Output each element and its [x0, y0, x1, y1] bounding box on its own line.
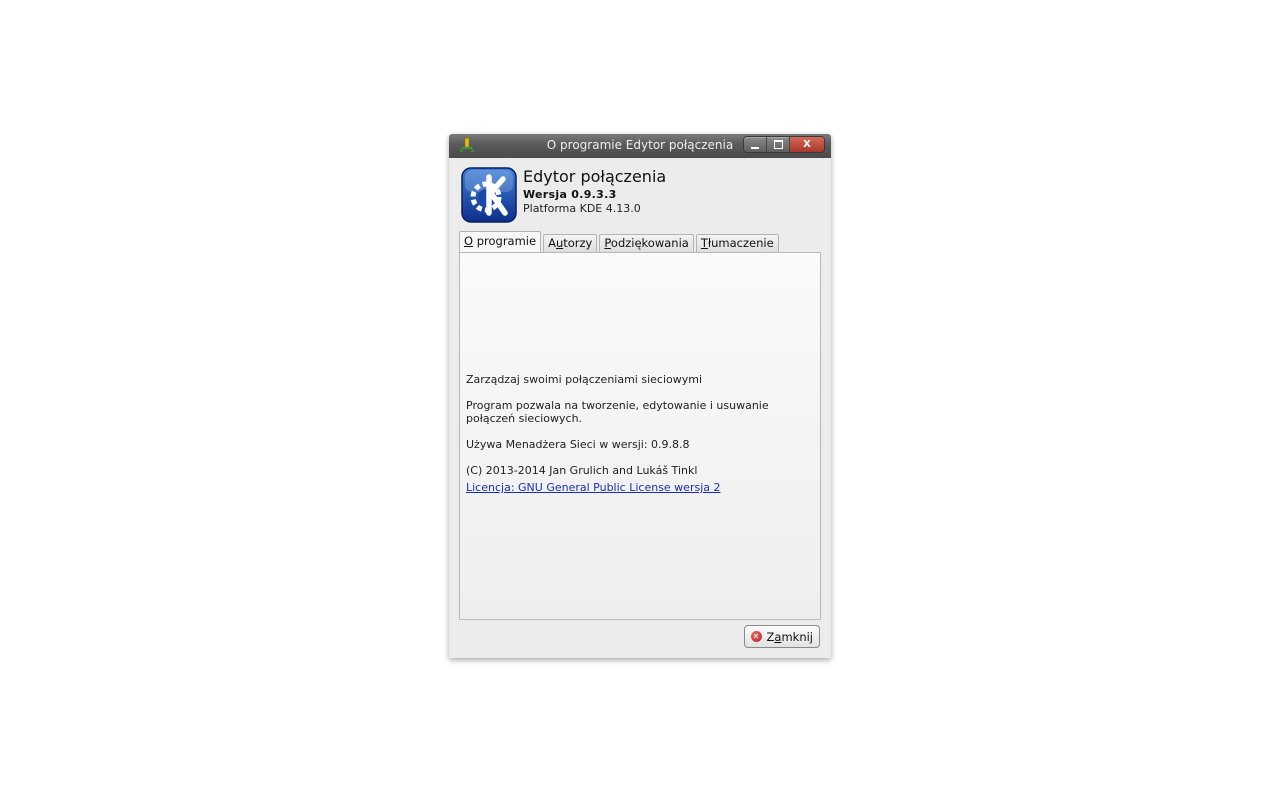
maximize-icon [773, 140, 783, 149]
window-controls: X [743, 136, 825, 153]
app-name: Edytor połączenia [523, 167, 667, 186]
short-description: Zarządzaj swoimi połączeniami sieciowymi [466, 373, 703, 386]
maximize-button[interactable] [767, 137, 790, 152]
about-header: Edytor połączenia Wersja 0.9.3.3 Platfor… [461, 167, 821, 225]
tab-authors-label: torzy [563, 236, 593, 250]
close-button-label-pre: Z [766, 629, 775, 644]
network-manager-version: Używa Menadżera Sieci w wersji: 0.9.8.8 [466, 438, 690, 451]
tab-about-mnemonic: O [464, 234, 474, 248]
about-content: Zarządzaj swoimi połączeniami sieciowymi… [466, 373, 796, 494]
close-button[interactable]: ✕ Za mknij [743, 625, 820, 648]
close-icon: ✕ [750, 631, 762, 642]
window-close-button[interactable]: X [790, 137, 824, 152]
close-button-mnemonic: a [774, 629, 782, 644]
tab-translation-mnemonic: T [700, 236, 708, 250]
app-version: Wersja 0.9.3.3 [523, 188, 617, 201]
tab-thanks-label: odziękowania [610, 236, 689, 250]
license-link[interactable]: Licencja: GNU General Public License wer… [466, 481, 721, 494]
tab-about[interactable]: O programie [459, 231, 542, 252]
about-dialog: O programie Edytor połączenia X Edytor p… [449, 134, 831, 658]
minimize-button[interactable] [744, 137, 767, 152]
window-titlebar[interactable]: O programie Edytor połączenia X [449, 134, 831, 158]
long-description: Program pozwala na tworzenie, edytowanie… [466, 399, 769, 425]
about-tab-panel: Zarządzaj swoimi połączeniami sieciowymi… [459, 252, 821, 620]
copyright: (C) 2013-2014 Jan Grulich and Lukáš Tink… [466, 464, 698, 477]
tab-translation[interactable]: Tłumaczenie [695, 234, 779, 252]
kde-logo-icon [461, 167, 517, 223]
tab-authors[interactable]: Autorzy [543, 234, 598, 252]
close-button-label: mknij [781, 629, 813, 644]
about-tabs: O programie Autorzy Podziękowania Tłumac… [459, 231, 781, 252]
tab-thanks[interactable]: Podziękowania [599, 234, 694, 252]
minimize-icon [751, 146, 759, 149]
window-close-icon: X [803, 139, 811, 150]
tab-about-label: programie [473, 234, 537, 248]
tab-authors-label-pre: A [548, 236, 556, 250]
app-platform: Platforma KDE 4.13.0 [523, 202, 641, 215]
tab-translation-label: łumaczenie [707, 236, 774, 250]
